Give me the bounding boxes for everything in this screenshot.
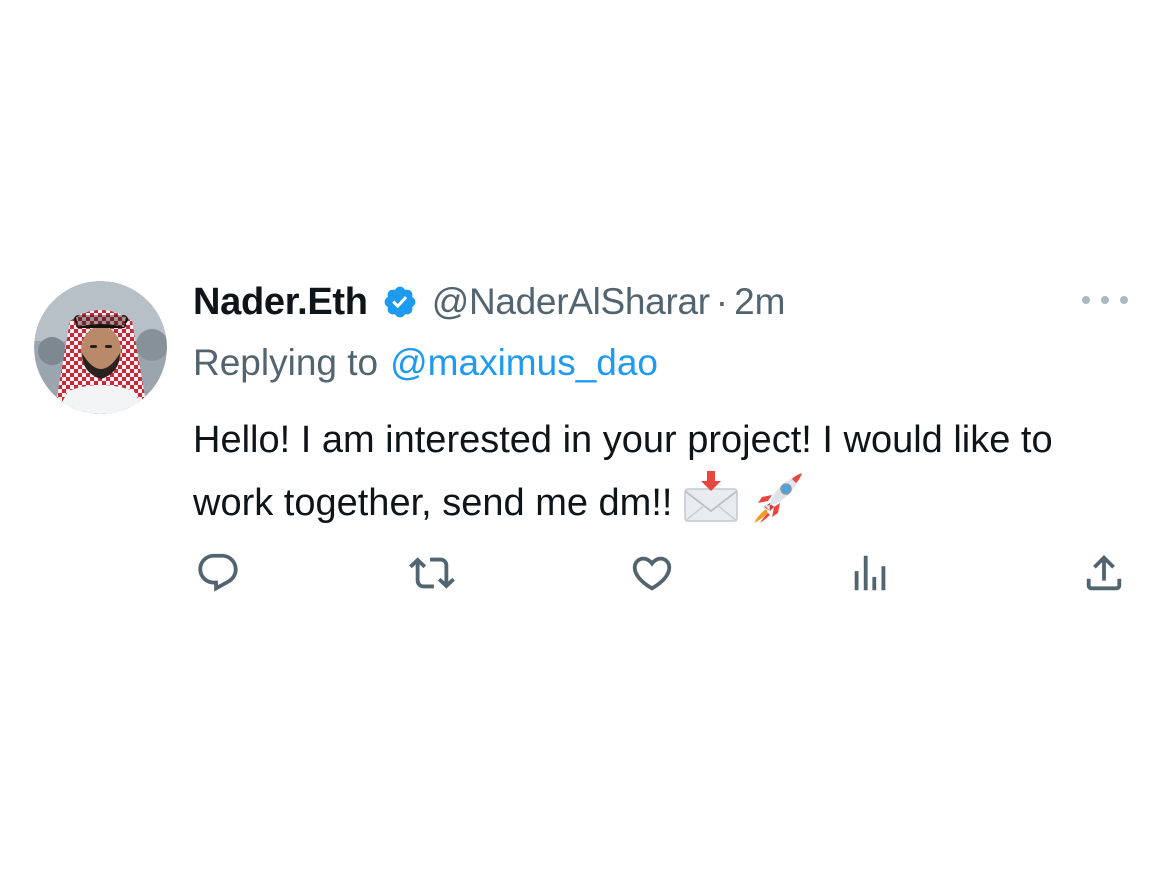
rocket-icon xyxy=(750,469,806,525)
replying-to-line: Replying to @maximus_dao xyxy=(193,338,658,388)
share-button[interactable] xyxy=(1079,548,1129,598)
more-dot xyxy=(1101,296,1109,304)
envelope-with-arrow-icon xyxy=(683,469,739,525)
more-options-icon[interactable] xyxy=(1082,288,1128,312)
replying-to-label: Replying to xyxy=(193,342,379,383)
heart-icon xyxy=(632,556,672,591)
tweet-header: Nader.Eth @NaderAlSharar · 2m xyxy=(193,276,786,328)
tweet-body: Hello! I am interested in your project! … xyxy=(193,412,1113,532)
tweet[interactable]: Nader.Eth @NaderAlSharar · 2m Replying t… xyxy=(0,0,1170,878)
reply-button[interactable] xyxy=(193,548,243,598)
timestamp[interactable]: 2m xyxy=(734,281,785,323)
more-dot xyxy=(1082,296,1090,304)
separator-dot: · xyxy=(715,281,729,322)
tweet-text: Hello! I am interested in your project! … xyxy=(193,419,1053,524)
more-dot xyxy=(1120,296,1128,304)
verified-badge-icon[interactable] xyxy=(382,284,418,320)
display-name[interactable]: Nader.Eth xyxy=(193,281,368,324)
profile-photo xyxy=(34,281,167,414)
share-upload-icon xyxy=(1086,554,1122,591)
like-button[interactable] xyxy=(627,548,677,598)
action-bar xyxy=(0,548,1170,598)
reply-bubble-icon xyxy=(198,553,238,592)
avatar[interactable] xyxy=(34,281,167,414)
retweet-button[interactable] xyxy=(407,548,457,598)
user-handle[interactable]: @NaderAlSharar xyxy=(432,281,710,323)
replying-to-mention[interactable]: @maximus_dao xyxy=(390,342,658,384)
retweet-icon xyxy=(409,557,455,589)
analytics-bars-icon xyxy=(854,555,886,591)
views-button[interactable] xyxy=(845,548,895,598)
